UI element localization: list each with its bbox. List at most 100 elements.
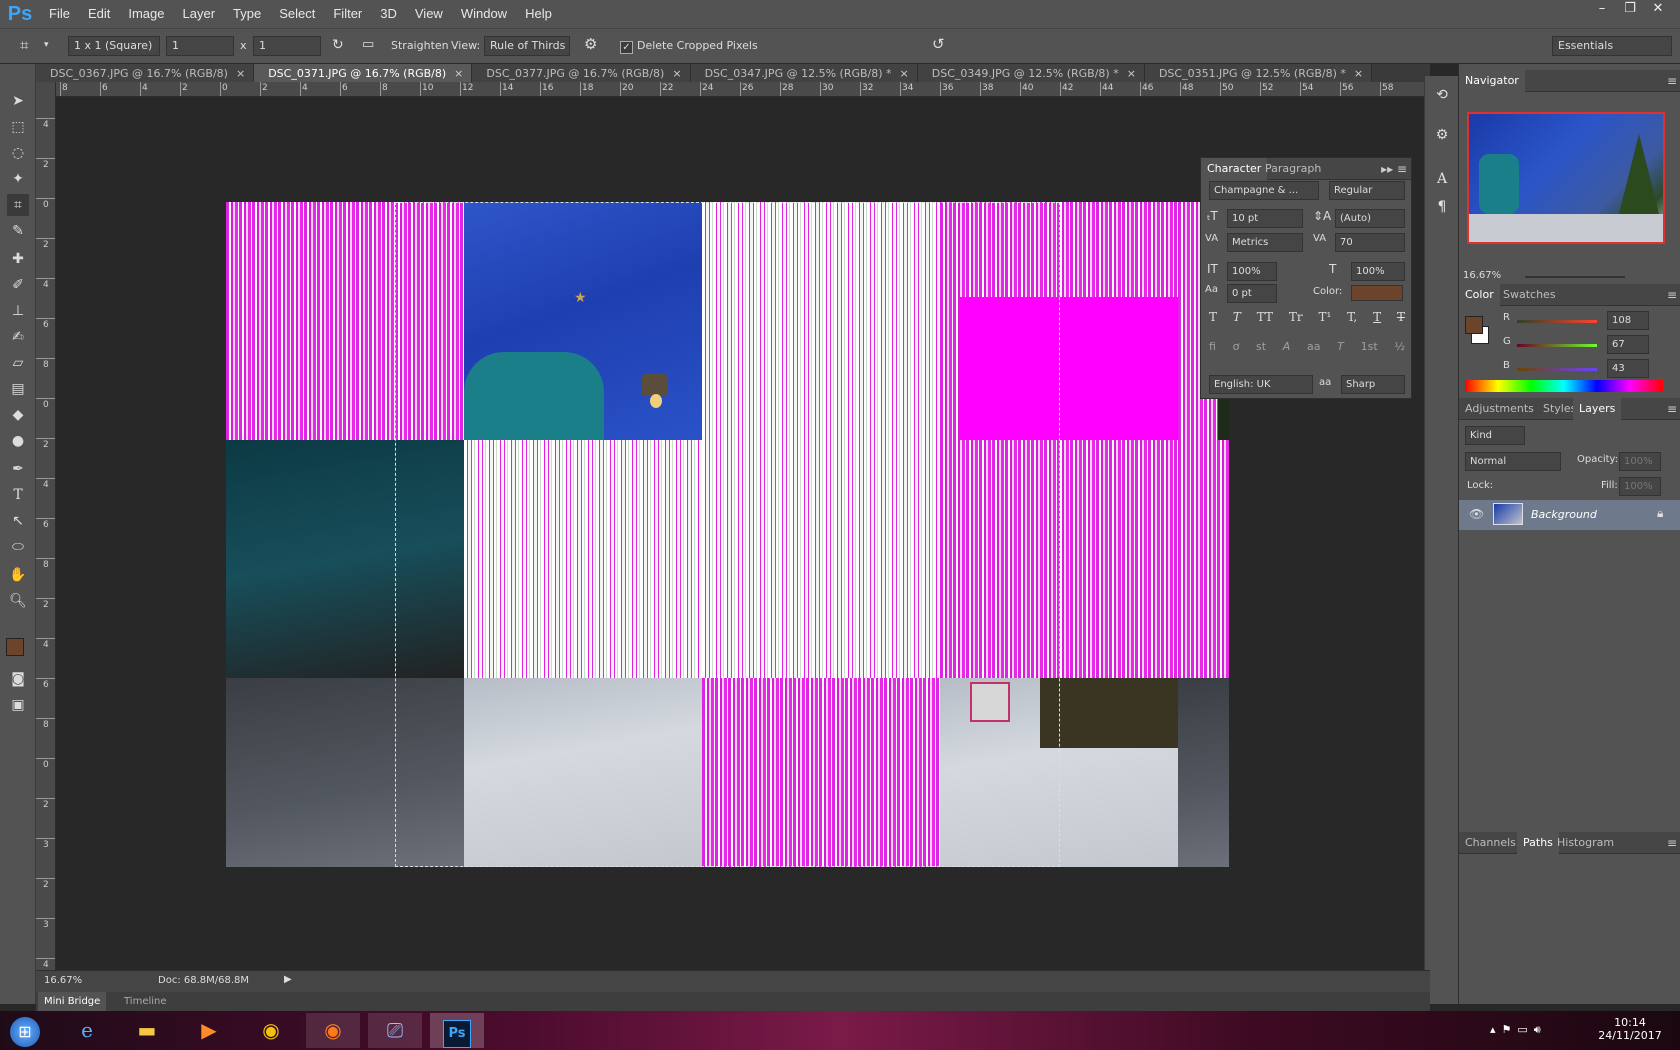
crop-width-input[interactable]: 1 <box>166 36 234 56</box>
magic-wand-icon[interactable]: ✦ <box>7 168 29 190</box>
underline-button[interactable]: T <box>1373 310 1381 324</box>
ligature-button[interactable]: fi <box>1209 340 1216 353</box>
blend-mode-select[interactable]: Normal <box>1465 452 1561 471</box>
menu-window[interactable]: Window <box>452 0 516 28</box>
green-slider[interactable] <box>1517 344 1597 347</box>
language-select[interactable]: English: UK <box>1209 375 1313 394</box>
visibility-eye-icon[interactable]: 👁︎ <box>1469 507 1484 521</box>
tab-dsc0351[interactable]: DSC_0351.JPG @ 12.5% (RGB/8) * × <box>1144 64 1373 83</box>
properties-icon[interactable]: ⚙ <box>1431 124 1453 146</box>
document-image[interactable]: ★ <box>226 202 1229 867</box>
close-icon[interactable]: × <box>236 67 245 80</box>
panel-menu-icon[interactable]: ≡ <box>1667 398 1677 420</box>
anti-alias-select[interactable]: Sharp <box>1341 375 1405 394</box>
gradient-icon[interactable]: ▤ <box>7 378 29 400</box>
close-icon[interactable]: × <box>454 67 463 80</box>
tab-dsc0377[interactable]: DSC_0377.JPG @ 16.7% (RGB/8) × <box>472 64 691 83</box>
tab-adjustments[interactable]: Adjustments <box>1459 398 1540 420</box>
file-explorer-icon[interactable]: ▬ <box>120 1013 174 1048</box>
ratio-select[interactable]: 1 x 1 (Square) <box>68 36 160 56</box>
menu-filter[interactable]: Filter <box>324 0 371 28</box>
tab-dsc0371[interactable]: DSC_0371.JPG @ 16.7% (RGB/8) × <box>254 64 473 83</box>
tab-navigator[interactable]: Navigator <box>1459 70 1525 92</box>
bold-button[interactable]: T <box>1209 310 1217 324</box>
eyedropper-icon[interactable]: ✎ <box>7 220 29 242</box>
crop-icon[interactable]: ⌗ <box>7 194 29 216</box>
history-icon[interactable]: ⟲ <box>1431 84 1453 106</box>
chrome-icon[interactable]: ◉ <box>244 1013 298 1048</box>
crop-height-input[interactable]: 1 <box>253 36 321 56</box>
gear-icon[interactable]: ⚙ <box>584 34 597 54</box>
leading-input[interactable]: (Auto) <box>1335 209 1405 228</box>
color-spectrum-bar[interactable] <box>1465 380 1663 392</box>
navigator-thumbnail[interactable] <box>1467 112 1665 244</box>
move-icon[interactable]: ➤ <box>7 90 29 112</box>
tab-channels[interactable]: Channels <box>1459 832 1522 854</box>
baseline-input[interactable]: 0 pt <box>1227 284 1277 303</box>
type-icon[interactable]: T <box>7 484 29 506</box>
font-family-select[interactable]: Champagne & ... <box>1209 181 1319 200</box>
tab-histogram[interactable]: Histogram <box>1551 832 1620 854</box>
font-size-input[interactable]: 10 pt <box>1227 209 1303 228</box>
pen-icon[interactable]: ✒ <box>7 458 29 480</box>
path-select-icon[interactable]: ↖ <box>7 510 29 532</box>
superscript-button[interactable]: T¹ <box>1318 310 1331 324</box>
tab-mini-bridge[interactable]: Mini Bridge <box>38 992 107 1011</box>
restore-button[interactable]: ❐ <box>1616 0 1644 20</box>
menu-layer[interactable]: Layer <box>174 0 225 28</box>
close-icon[interactable]: × <box>900 67 909 80</box>
stylistic-button[interactable]: aa <box>1307 340 1320 353</box>
reset-icon[interactable]: ↺ <box>932 34 945 54</box>
tab-dsc0347[interactable]: DSC_0347.JPG @ 12.5% (RGB/8) * × <box>690 64 918 83</box>
blue-slider[interactable] <box>1517 368 1597 371</box>
delete-cropped-checkbox[interactable]: ✓ <box>620 41 633 54</box>
lasso-icon[interactable]: ◌ <box>7 142 29 164</box>
straighten-button[interactable]: Straighten <box>391 36 449 56</box>
network-app-icon[interactable]: ⎚ <box>368 1013 422 1048</box>
media-player-icon[interactable]: ▶ <box>182 1013 236 1048</box>
overlay-view-select[interactable]: Rule of Thirds <box>484 36 570 56</box>
old-style-button[interactable]: ơ <box>1233 340 1240 353</box>
discretionary-ligature-button[interactable]: st <box>1256 340 1266 353</box>
menu-3d[interactable]: 3D <box>371 0 406 28</box>
tab-color[interactable]: Color <box>1459 284 1500 306</box>
menu-image[interactable]: Image <box>119 0 173 28</box>
font-style-select[interactable]: Regular <box>1329 181 1405 200</box>
italic-button[interactable]: T <box>1233 310 1241 324</box>
tab-timeline[interactable]: Timeline <box>118 992 173 1011</box>
panel-menu-icon[interactable]: ≡ <box>1667 832 1677 854</box>
close-icon[interactable]: × <box>672 67 681 80</box>
blur-icon[interactable]: ◆ <box>7 404 29 426</box>
small-caps-button[interactable]: Tr <box>1289 310 1303 324</box>
crop-tool-icon[interactable]: ⌗ <box>20 35 28 55</box>
internet-explorer-icon[interactable]: e <box>60 1013 114 1048</box>
fractions-button[interactable]: ½ <box>1394 340 1405 353</box>
tab-character[interactable]: Character <box>1201 158 1268 180</box>
kerning-select[interactable]: Metrics <box>1227 233 1303 252</box>
panel-menu-icon[interactable]: ≡ <box>1667 70 1677 92</box>
panel-menu-icon[interactable]: ▸▸ ≡ <box>1381 158 1407 180</box>
foreground-color-swatch[interactable] <box>6 638 24 656</box>
straighten-icon[interactable]: ▭ <box>362 35 374 55</box>
crop-box[interactable] <box>395 202 1060 867</box>
marquee-icon[interactable]: ⬚ <box>7 116 29 138</box>
layer-name[interactable]: Background <box>1531 508 1597 521</box>
red-input[interactable]: 108 <box>1607 311 1649 330</box>
green-input[interactable]: 67 <box>1607 335 1649 354</box>
healing-icon[interactable]: ✚ <box>7 248 29 270</box>
character-panel-icon[interactable]: A <box>1431 168 1453 190</box>
foreground-color-chip[interactable] <box>1465 316 1483 334</box>
paragraph-panel-icon[interactable]: ¶ <box>1431 196 1453 218</box>
menu-select[interactable]: Select <box>270 0 324 28</box>
screen-mode-icon[interactable]: ▣ <box>7 694 29 716</box>
navigator-zoom-slider[interactable] <box>1525 276 1625 278</box>
tab-dsc0367[interactable]: DSC_0367.JPG @ 16.7% (RGB/8) × <box>36 64 255 83</box>
tab-layers[interactable]: Layers <box>1573 398 1622 420</box>
titling-button[interactable]: T <box>1337 340 1344 353</box>
minimize-button[interactable]: – <box>1588 0 1616 20</box>
dodge-icon[interactable]: ● <box>7 430 29 452</box>
hand-icon[interactable]: ✋ <box>7 564 29 586</box>
navigator-zoom[interactable]: 16.67% <box>1463 270 1501 281</box>
text-color-swatch[interactable] <box>1351 285 1403 301</box>
status-zoom[interactable]: 16.67% <box>44 975 82 986</box>
